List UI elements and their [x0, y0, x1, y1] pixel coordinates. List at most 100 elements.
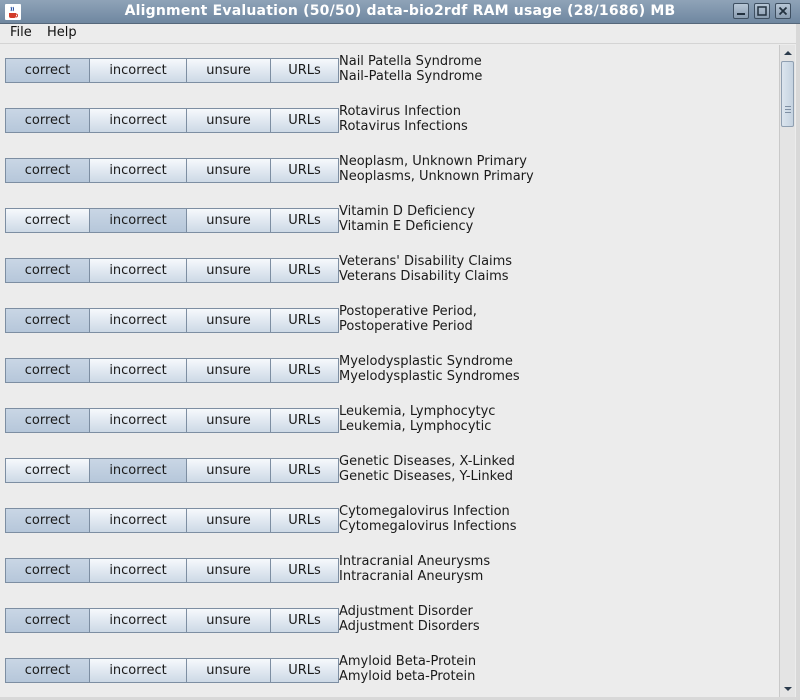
- incorrect-button[interactable]: incorrect: [89, 58, 187, 83]
- alignment-row: correct incorrect unsure URLs Veterans' Disa…: [5, 245, 775, 285]
- term-target: Vitamin E Deficiency: [339, 219, 474, 234]
- incorrect-button[interactable]: incorrect: [89, 358, 187, 383]
- unsure-button[interactable]: unsure: [186, 258, 271, 283]
- urls-button[interactable]: URLs: [270, 358, 339, 383]
- grip-line: [785, 106, 791, 107]
- urls-button[interactable]: URLs: [270, 308, 339, 333]
- incorrect-button[interactable]: incorrect: [89, 658, 187, 683]
- correct-button[interactable]: correct: [5, 508, 90, 533]
- minimize-button[interactable]: [733, 3, 749, 19]
- scroll-up-button[interactable]: [781, 46, 795, 60]
- correct-button[interactable]: correct: [5, 158, 90, 183]
- term-target: Postoperative Period: [339, 319, 473, 334]
- term-pair: Intracranial Aneurysms Intracranial Aneur…: [339, 554, 490, 584]
- unsure-button[interactable]: unsure: [186, 458, 271, 483]
- correct-button[interactable]: correct: [5, 58, 90, 83]
- urls-button[interactable]: URLs: [270, 608, 339, 633]
- arrow-up-icon: [784, 51, 792, 55]
- correct-button[interactable]: correct: [5, 458, 90, 483]
- incorrect-button[interactable]: incorrect: [89, 108, 187, 133]
- term-source: Vitamin D Deficiency: [339, 204, 476, 219]
- alignment-row: correct incorrect unsure URLs Cytomegaloviru…: [5, 495, 775, 535]
- grip-line: [785, 112, 791, 113]
- urls-button[interactable]: URLs: [270, 58, 339, 83]
- term-pair: Genetic Diseases, X-Linked Genetic Diseas…: [339, 454, 515, 484]
- unsure-button[interactable]: unsure: [186, 158, 271, 183]
- term-target: Neoplasms, Unknown Primary: [339, 169, 534, 184]
- unsure-button[interactable]: unsure: [186, 108, 271, 133]
- correct-button[interactable]: correct: [5, 358, 90, 383]
- term-target: Myelodysplastic Syndromes: [339, 369, 520, 384]
- unsure-button[interactable]: unsure: [186, 558, 271, 583]
- title-bar[interactable]: Alignment Evaluation (50/50) data-bio2rd…: [0, 0, 800, 24]
- correct-button[interactable]: correct: [5, 608, 90, 633]
- incorrect-button[interactable]: incorrect: [89, 408, 187, 433]
- correct-button[interactable]: correct: [5, 408, 90, 433]
- window-title: Alignment Evaluation (50/50) data-bio2rd…: [124, 3, 676, 19]
- term-pair: Adjustment Disorder Adjustment Disorders: [339, 604, 480, 634]
- urls-button[interactable]: URLs: [270, 408, 339, 433]
- incorrect-button[interactable]: incorrect: [89, 508, 187, 533]
- term-source: Myelodysplastic Syndrome: [339, 354, 513, 369]
- term-source: Cytomegalovirus Infection: [339, 504, 510, 519]
- term-target: Intracranial Aneurysm: [339, 569, 484, 584]
- unsure-button[interactable]: unsure: [186, 58, 271, 83]
- unsure-button[interactable]: unsure: [186, 208, 271, 233]
- close-icon: [778, 6, 788, 16]
- unsure-button[interactable]: unsure: [186, 508, 271, 533]
- correct-button[interactable]: correct: [5, 558, 90, 583]
- scroll-down-button[interactable]: [781, 682, 795, 696]
- urls-button[interactable]: URLs: [270, 458, 339, 483]
- scroll-thumb[interactable]: [781, 61, 794, 127]
- unsure-button[interactable]: unsure: [186, 308, 271, 333]
- urls-button[interactable]: URLs: [270, 208, 339, 233]
- alignment-row: correct incorrect unsure URLs Nail Patella S…: [5, 45, 775, 85]
- term-target: Veterans Disability Claims: [339, 269, 509, 284]
- unsure-button[interactable]: unsure: [186, 608, 271, 633]
- urls-button[interactable]: URLs: [270, 108, 339, 133]
- maximize-button[interactable]: [754, 3, 770, 19]
- alignment-row: correct incorrect unsure URLs Myelodysplasti…: [5, 345, 775, 385]
- incorrect-button[interactable]: incorrect: [89, 458, 187, 483]
- alignment-row: correct incorrect unsure URLs Genetic Diseas…: [5, 445, 775, 485]
- close-button[interactable]: [775, 3, 791, 19]
- unsure-button[interactable]: unsure: [186, 358, 271, 383]
- term-source: Genetic Diseases, X-Linked: [339, 454, 515, 469]
- urls-button[interactable]: URLs: [270, 258, 339, 283]
- urls-button[interactable]: URLs: [270, 508, 339, 533]
- urls-button[interactable]: URLs: [270, 158, 339, 183]
- term-source: Postoperative Period,: [339, 304, 477, 319]
- correct-button[interactable]: correct: [5, 258, 90, 283]
- incorrect-button[interactable]: incorrect: [89, 308, 187, 333]
- urls-button[interactable]: URLs: [270, 658, 339, 683]
- menu-file[interactable]: File: [10, 25, 32, 40]
- term-source: Nail Patella Syndrome: [339, 54, 482, 69]
- menu-help[interactable]: Help: [47, 25, 77, 40]
- unsure-button[interactable]: unsure: [186, 408, 271, 433]
- term-target: Amyloid beta-Protein: [339, 669, 476, 684]
- term-pair: Neoplasm, Unknown Primary Neoplasms, Unkn…: [339, 154, 534, 184]
- term-pair: Amyloid Beta-Protein Amyloid beta-Protein: [339, 654, 476, 684]
- alignment-row: correct incorrect unsure URLs Neoplasm, Unkn…: [5, 145, 775, 185]
- term-pair: Leukemia, Lymphocytyc Leukemia, Lymphocyt…: [339, 404, 495, 434]
- incorrect-button[interactable]: incorrect: [89, 558, 187, 583]
- incorrect-button[interactable]: incorrect: [89, 258, 187, 283]
- alignment-row: correct incorrect unsure URLs Amyloid Beta-P…: [5, 645, 775, 685]
- unsure-button[interactable]: unsure: [186, 658, 271, 683]
- incorrect-button[interactable]: incorrect: [89, 158, 187, 183]
- correct-button[interactable]: correct: [5, 108, 90, 133]
- grip-line: [785, 109, 791, 110]
- vertical-scrollbar[interactable]: [779, 45, 795, 697]
- term-pair: Cytomegalovirus Infection Cytomegalovirus…: [339, 504, 517, 534]
- incorrect-button[interactable]: incorrect: [89, 608, 187, 633]
- correct-button[interactable]: correct: [5, 208, 90, 233]
- alignment-row: correct incorrect unsure URLs Leukemia, Lymp…: [5, 395, 775, 435]
- urls-button[interactable]: URLs: [270, 558, 339, 583]
- term-target: Leukemia, Lymphocytic: [339, 419, 492, 434]
- correct-button[interactable]: correct: [5, 308, 90, 333]
- term-target: Genetic Diseases, Y-Linked: [339, 469, 513, 484]
- incorrect-button[interactable]: incorrect: [89, 208, 187, 233]
- correct-button[interactable]: correct: [5, 658, 90, 683]
- term-source: Neoplasm, Unknown Primary: [339, 154, 527, 169]
- term-target: Cytomegalovirus Infections: [339, 519, 517, 534]
